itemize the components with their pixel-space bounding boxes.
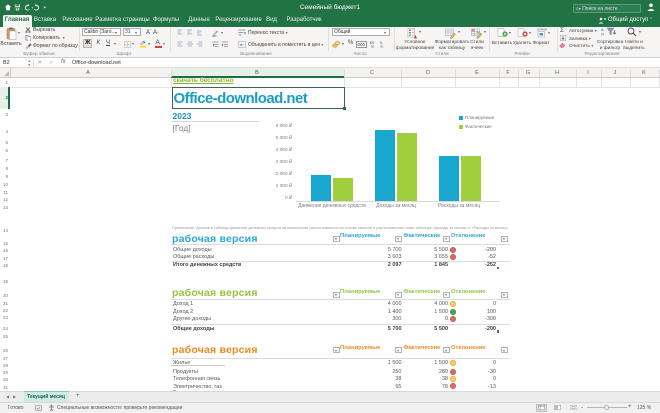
svg-text:ab: ab bbox=[213, 34, 217, 37]
svg-text:Я: Я bbox=[601, 32, 604, 37]
svg-text:.00: .00 bbox=[370, 45, 375, 49]
svg-text:00: 00 bbox=[380, 45, 384, 49]
svg-text:ФОРМАТ: ФОРМАТ bbox=[537, 28, 547, 31]
